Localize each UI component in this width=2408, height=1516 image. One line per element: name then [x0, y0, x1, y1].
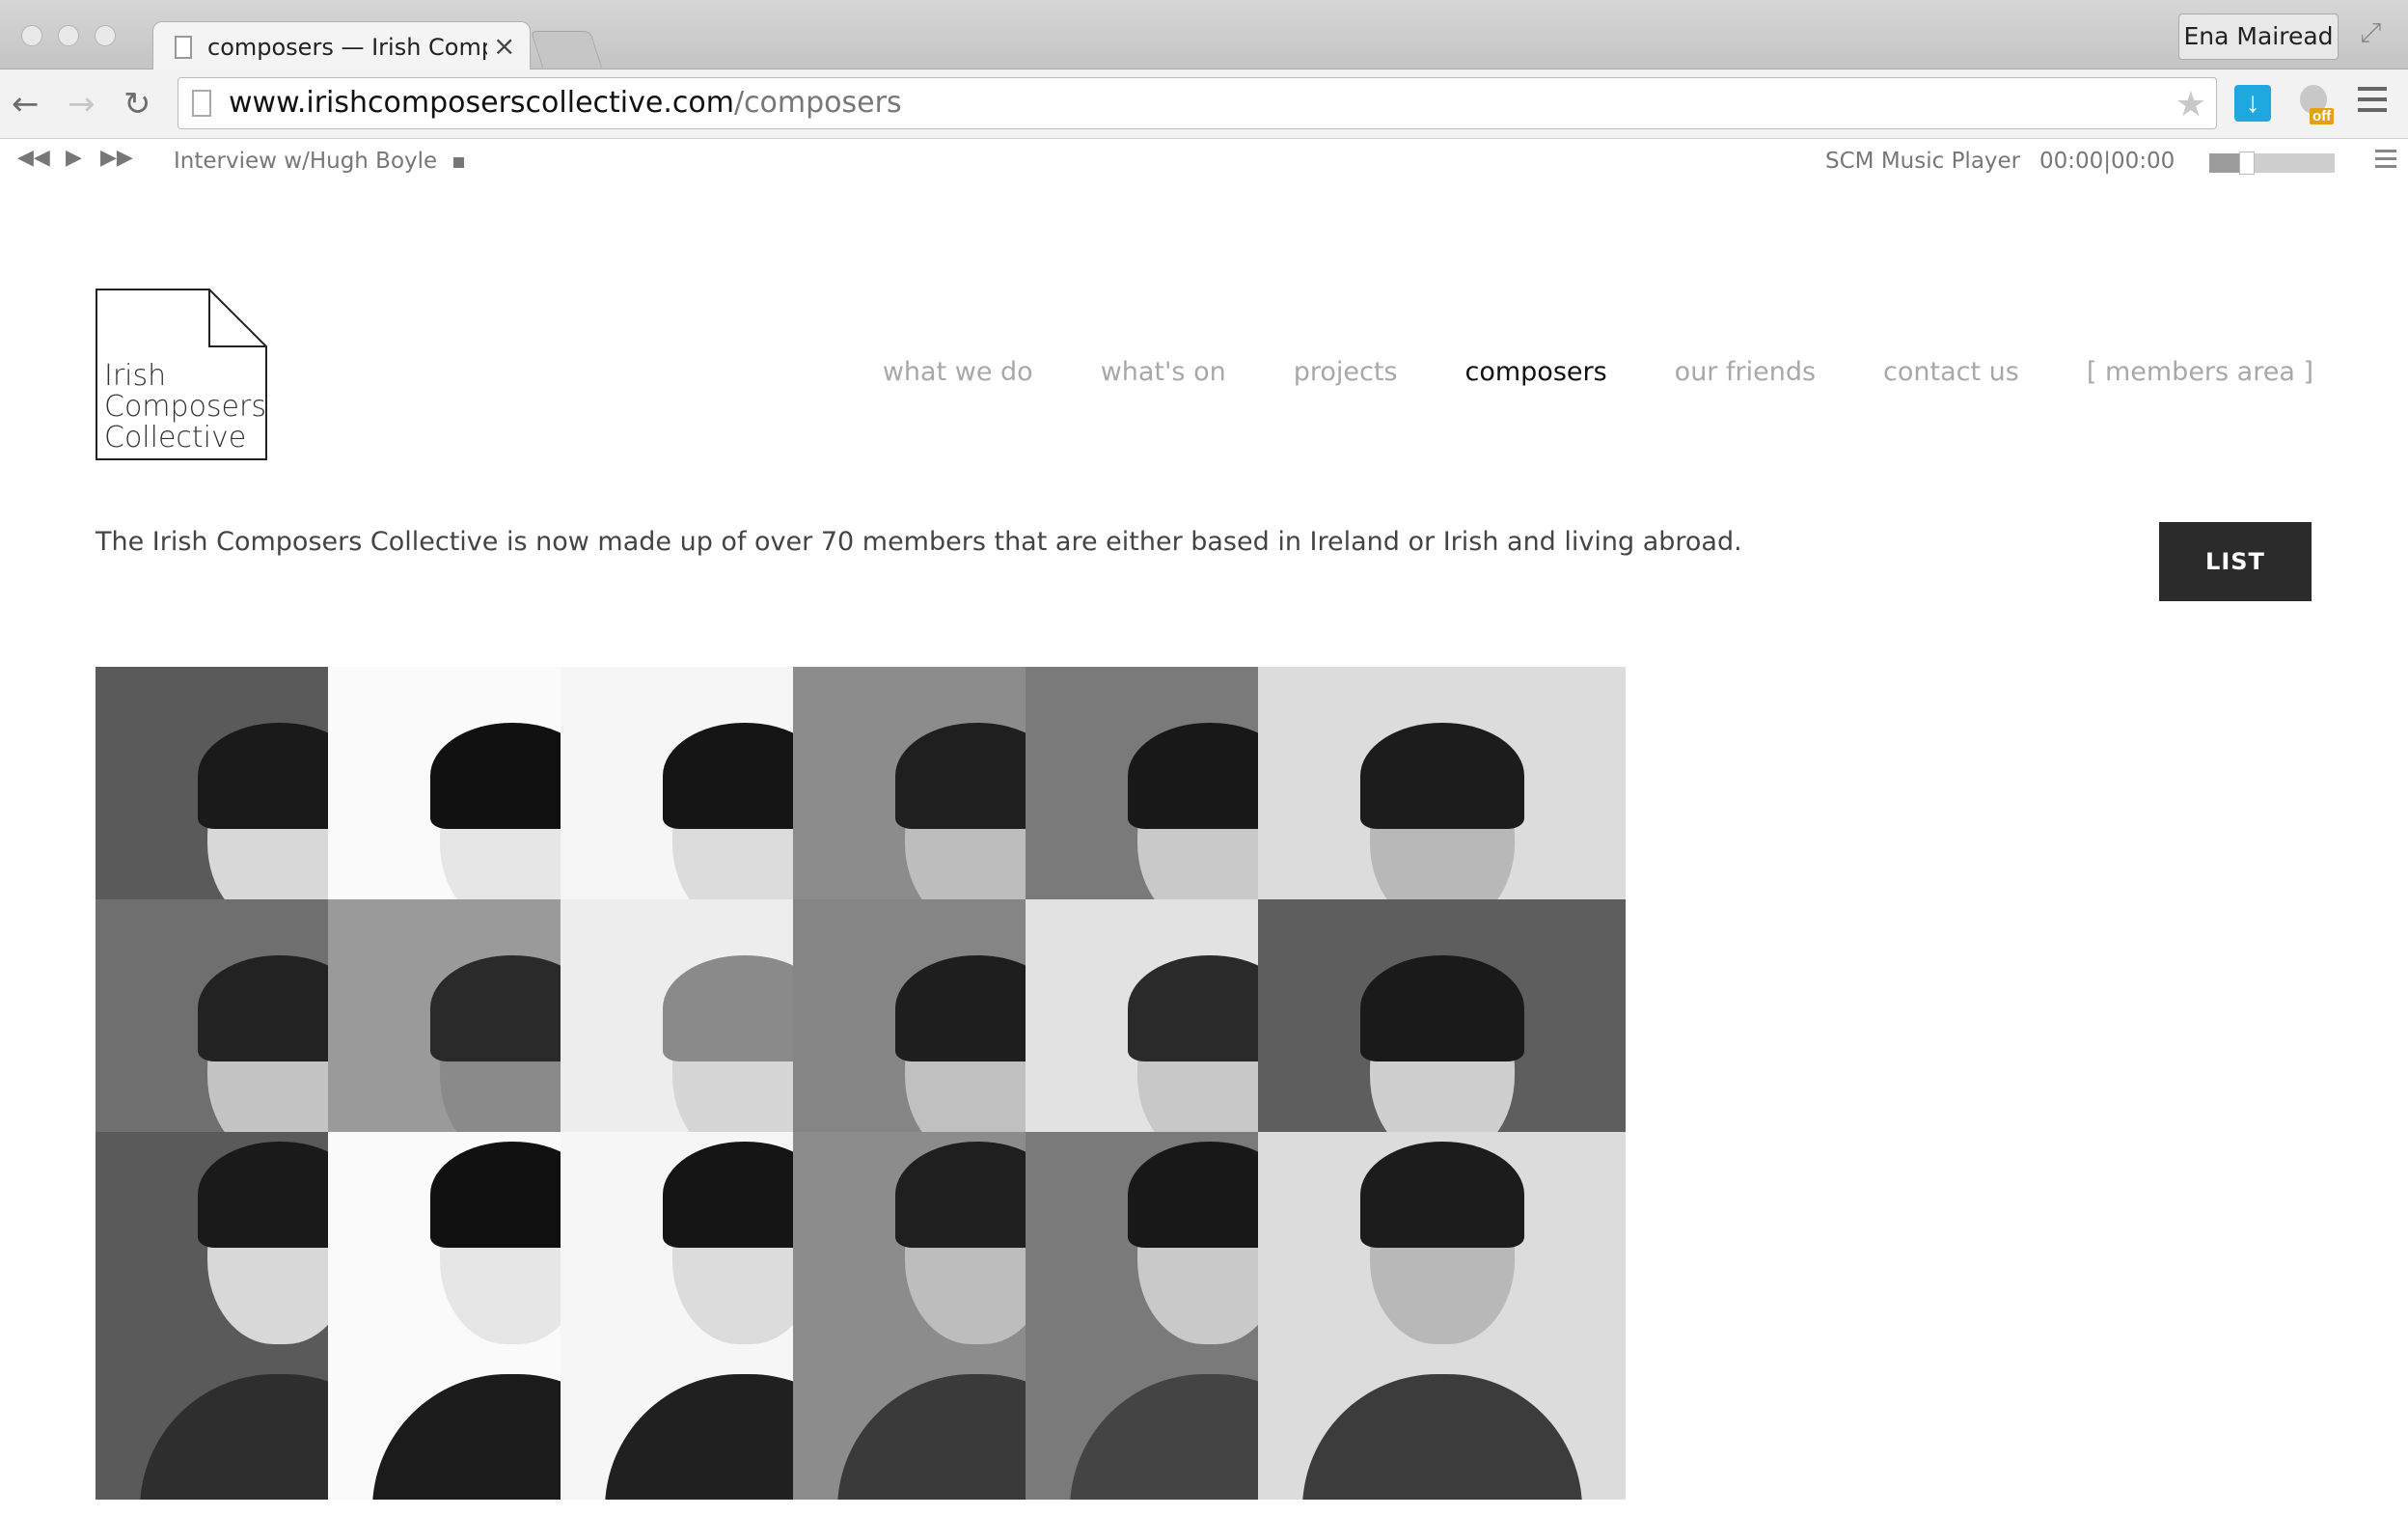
browser-tab[interactable]: composers — Irish Composers Collective ×	[152, 21, 531, 71]
composer-photo	[1258, 1132, 1626, 1500]
profile-button[interactable]: Ena Mairead	[2178, 14, 2339, 60]
browser-titlebar: composers — Irish Composers Collective ×…	[0, 0, 2408, 71]
music-player-bar: ◀◀ ▶ ▶▶ Interview w/Hugh Boyle SCM Music…	[0, 140, 2408, 182]
intro-text: The Irish Composers Collective is now ma…	[96, 527, 1742, 557]
extension-badge: off	[2310, 108, 2335, 124]
browser-menu-icon[interactable]	[2358, 87, 2387, 119]
playlist-icon[interactable]	[2375, 150, 2396, 173]
close-window-button[interactable]	[21, 25, 42, 46]
back-icon[interactable]: ←	[12, 85, 40, 124]
play-icon[interactable]: ▶	[66, 146, 82, 170]
tab-title: composers — Irish Composers Collective	[207, 34, 487, 61]
logo-line: Composers	[104, 390, 266, 424]
nav-our-friends[interactable]: our friends	[1675, 357, 1816, 387]
logo-line: Irish	[104, 359, 167, 393]
nav-composers[interactable]: composers	[1465, 357, 1607, 387]
composer-card[interactable]	[1258, 1132, 1626, 1500]
url-text[interactable]: www.irishcomposerscollective.com/compose…	[229, 86, 902, 120]
main-nav: what we do what's on projects composers …	[883, 357, 2313, 387]
track-title: Interview w/Hugh Boyle	[174, 149, 438, 174]
fullscreen-icon[interactable]: ⤢	[2360, 17, 2381, 49]
bookmark-star-icon[interactable]: ★	[2175, 84, 2206, 124]
logo-text[interactable]: Irish Composers Collective	[104, 361, 266, 454]
url-path: /composers	[733, 86, 902, 120]
browser-toolbar: ← → ↻ www.irishcomposerscollective.com/c…	[0, 69, 2408, 139]
composer-grid: Amanda FeeryAnna CliffordAnna MurrayAodh…	[96, 667, 2314, 1516]
nav-projects[interactable]: projects	[1294, 357, 1398, 387]
url-host: www.irishcomposerscollective.com	[229, 86, 734, 120]
stop-icon[interactable]	[453, 157, 464, 168]
list-view-button[interactable]: LIST	[2159, 522, 2312, 601]
next-track-icon[interactable]: ▶▶	[100, 146, 133, 170]
previous-track-icon[interactable]: ◀◀	[17, 146, 50, 170]
nav-contact-us[interactable]: contact us	[1883, 357, 2019, 387]
reload-icon[interactable]: ↻	[123, 85, 151, 124]
zoom-window-button[interactable]	[95, 25, 116, 46]
address-bar[interactable]: www.irishcomposerscollective.com/compose…	[178, 77, 2217, 129]
player-time: 00:00|00:00	[2039, 149, 2175, 174]
nav-whats-on[interactable]: what's on	[1101, 357, 1226, 387]
download-extension-icon[interactable]: ↓	[2234, 85, 2271, 122]
volume-slider[interactable]	[2209, 152, 2335, 175]
player-name: SCM Music Player	[1825, 149, 2021, 174]
forward-icon[interactable]: →	[68, 85, 96, 124]
tab-close-icon[interactable]: ×	[493, 30, 515, 62]
new-tab-button[interactable]	[530, 31, 603, 68]
page-icon	[175, 36, 192, 59]
extension-off-icon[interactable]: off	[2294, 83, 2337, 125]
nav-what-we-do[interactable]: what we do	[883, 357, 1033, 387]
minimize-window-button[interactable]	[58, 25, 79, 46]
logo-line: Collective	[104, 421, 247, 455]
nav-members-area[interactable]: [ members area ]	[2087, 357, 2313, 387]
page-icon	[192, 90, 211, 117]
